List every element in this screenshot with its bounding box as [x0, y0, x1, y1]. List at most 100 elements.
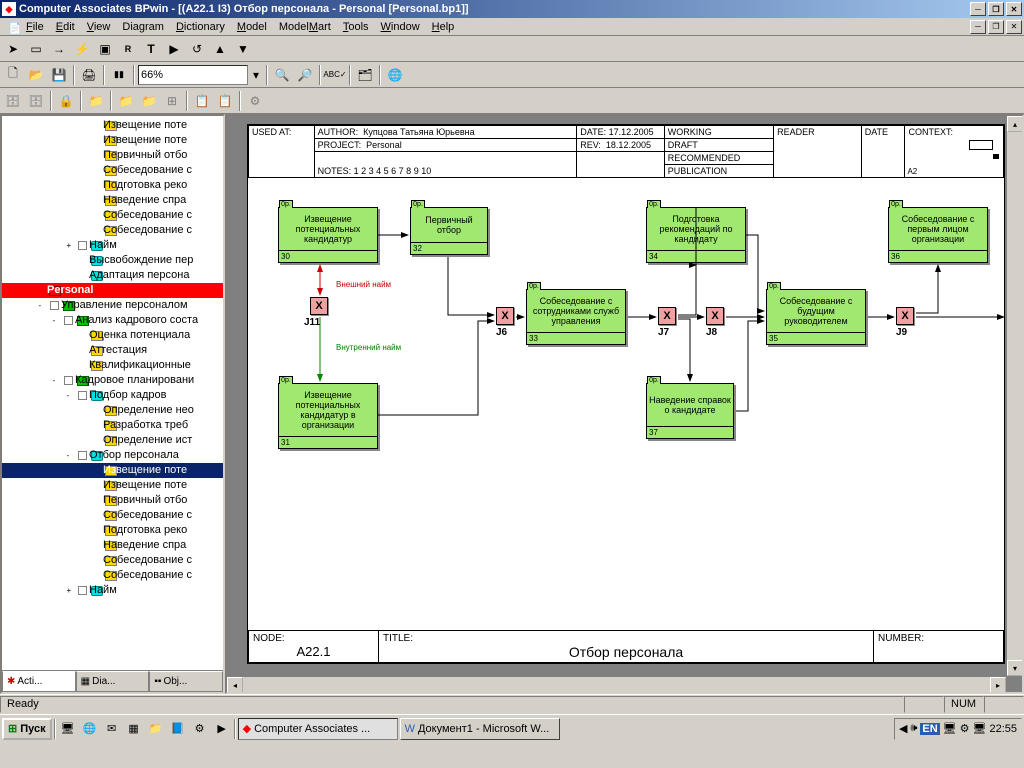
tree-node[interactable]: Наведение спра	[2, 538, 223, 553]
mdi-close[interactable]: ✕	[1006, 20, 1022, 34]
menu-modelmart[interactable]: ModelMart	[273, 19, 337, 35]
go-child-tool[interactable]: ▶	[163, 38, 185, 60]
tree-node[interactable]: Собеседование с	[2, 508, 223, 523]
spellcheck-button[interactable]: ABC✓	[324, 64, 346, 86]
tray-icon-1[interactable]: ◀	[899, 722, 907, 735]
help-button[interactable]: 🌐	[384, 64, 406, 86]
text-tool[interactable]: T	[140, 38, 162, 60]
tree-node[interactable]: Квалификационные	[2, 358, 223, 373]
ql-app4[interactable]: ⚙	[190, 719, 210, 739]
tray-icon-2[interactable]: 🕪	[910, 722, 917, 735]
tree-node[interactable]: Высвобождение пер	[2, 253, 223, 268]
tab-activities[interactable]: ✱Acti...	[2, 671, 76, 692]
save-button[interactable]: 💾	[48, 64, 70, 86]
zoom-select[interactable]	[138, 65, 248, 85]
print-button[interactable]: 🖨	[78, 64, 100, 86]
up-tool[interactable]: ▲	[209, 38, 231, 60]
tree-node[interactable]: Personal	[2, 283, 223, 298]
zoom-out-button[interactable]: 🔎	[294, 64, 316, 86]
down-tool[interactable]: ▼	[232, 38, 254, 60]
menu-help[interactable]: Help	[426, 19, 461, 35]
mdi-minimize[interactable]: ─	[970, 20, 986, 34]
tree-node[interactable]: Наведение спра	[2, 193, 223, 208]
minimize-button[interactable]: ─	[970, 2, 986, 16]
new-button[interactable]: 🗋	[2, 64, 24, 86]
tree-node[interactable]: Подготовка реко	[2, 178, 223, 193]
external-ref-tool[interactable]: ▣	[94, 38, 116, 60]
pointer-tool[interactable]: ➤	[2, 38, 24, 60]
mdi-icon: 📄	[2, 20, 16, 34]
open-button[interactable]: 📂	[25, 64, 47, 86]
menu-tools[interactable]: Tools	[337, 19, 375, 35]
tray-icon-4[interactable]: ⚙	[960, 722, 970, 735]
close-button[interactable]: ✕	[1006, 2, 1022, 16]
ql-app3[interactable]: 📘	[168, 719, 188, 739]
start-button[interactable]: ⊞Пуск	[2, 718, 52, 740]
tree-node[interactable]: -Кадровое планировани	[2, 373, 223, 388]
maximize-button[interactable]: ❐	[988, 2, 1004, 16]
tree-node[interactable]: Определение нео	[2, 403, 223, 418]
tree-node[interactable]: +Найм	[2, 238, 223, 253]
tree-node[interactable]: -Подбор кадров	[2, 388, 223, 403]
menu-diagram[interactable]: Diagram	[116, 19, 170, 35]
tray-icon-3[interactable]: 🖥	[943, 722, 957, 735]
task-bpwin[interactable]: ◆Computer Associates ...	[238, 718, 398, 740]
tree-node[interactable]: Оценка потенциала	[2, 328, 223, 343]
vscroll[interactable]: ▴▾	[1006, 116, 1022, 676]
mm-btn6: ⊞	[161, 90, 183, 112]
tree-node[interactable]: -Отбор персонала	[2, 448, 223, 463]
tree-node[interactable]: Извещение поте	[2, 478, 223, 493]
squiggle-tool[interactable]: ⚡	[71, 38, 93, 60]
tree-node[interactable]: Собеседование с	[2, 568, 223, 583]
ql-desktop[interactable]: 🖥	[58, 719, 78, 739]
footer-table: NODE:A22.1 TITLE:Отбор персонала NUMBER:	[248, 630, 1004, 663]
tree-node[interactable]: +Найм	[2, 583, 223, 598]
tray-icon-5[interactable]: 🖥	[973, 722, 987, 735]
zoom-dropdown[interactable]: ▾	[249, 64, 263, 86]
tree-node[interactable]: Извещение поте	[2, 133, 223, 148]
ql-app5[interactable]: ▶	[212, 719, 232, 739]
tree-node[interactable]: Собеседование с	[2, 208, 223, 223]
report-button[interactable]: ▮▮	[108, 64, 130, 86]
tree-node[interactable]: Собеседование с	[2, 553, 223, 568]
tree-node[interactable]: Подготовка реко	[2, 523, 223, 538]
tree-node[interactable]: Собеседование с	[2, 223, 223, 238]
zoom-in-button[interactable]: 🔍	[271, 64, 293, 86]
ql-oe[interactable]: ✉	[102, 719, 122, 739]
menu-window[interactable]: Window	[375, 19, 426, 35]
activity-tool[interactable]: ▭	[25, 38, 47, 60]
tree-node[interactable]: Собеседование с	[2, 163, 223, 178]
tree-node[interactable]: Адаптация персона	[2, 268, 223, 283]
menu-view[interactable]: View	[81, 19, 117, 35]
tab-diagrams[interactable]: ▦Dia...	[76, 671, 150, 692]
tab-objects[interactable]: ▪▪Obj...	[149, 671, 223, 692]
tree-node[interactable]: Аттестация	[2, 343, 223, 358]
menu-dictionary[interactable]: Dictionary	[170, 19, 231, 35]
model-explorer-button[interactable]: 🗂	[354, 64, 376, 86]
menu-model[interactable]: Model	[231, 19, 273, 35]
system-tray[interactable]: ◀ 🕪 EN 🖥 ⚙ 🖥 22:55	[894, 718, 1022, 740]
task-word[interactable]: WДокумент1 - Microsoft W...	[400, 718, 560, 740]
tree-node[interactable]: Определение ист	[2, 433, 223, 448]
ql-app2[interactable]: 📁	[146, 719, 166, 739]
diagram-canvas[interactable]: USED AT: AUTHOR: Купцова Татьяна Юрьевна…	[225, 114, 1024, 694]
tree-node[interactable]: -Анализ кадрового соста	[2, 313, 223, 328]
tree-node[interactable]: -Управление персоналом	[2, 298, 223, 313]
tray-lang[interactable]: EN	[920, 723, 939, 735]
ql-app1[interactable]: ▦	[124, 719, 144, 739]
tree-node[interactable]: Разработка треб	[2, 418, 223, 433]
mdi-restore[interactable]: ❐	[988, 20, 1004, 34]
tree-view[interactable]: Извещение потеИзвещение потеПервичный от…	[2, 116, 223, 670]
go-parent-tool[interactable]: ↺	[186, 38, 208, 60]
menu-file[interactable]: File	[20, 19, 50, 35]
tree-node[interactable]: Извещение поте	[2, 118, 223, 133]
tree-node[interactable]: Первичный отбо	[2, 148, 223, 163]
tree-node[interactable]: Первичный отбо	[2, 493, 223, 508]
ql-ie[interactable]: 🌐	[80, 719, 100, 739]
referent-tool[interactable]: R	[117, 38, 139, 60]
hscroll[interactable]: ◂▸	[227, 676, 1006, 692]
arrow-tool[interactable]: →	[48, 38, 70, 60]
menu-edit[interactable]: Edit	[50, 19, 81, 35]
tray-clock[interactable]: 22:55	[989, 723, 1017, 735]
tree-node[interactable]: Извещение поте	[2, 463, 223, 478]
